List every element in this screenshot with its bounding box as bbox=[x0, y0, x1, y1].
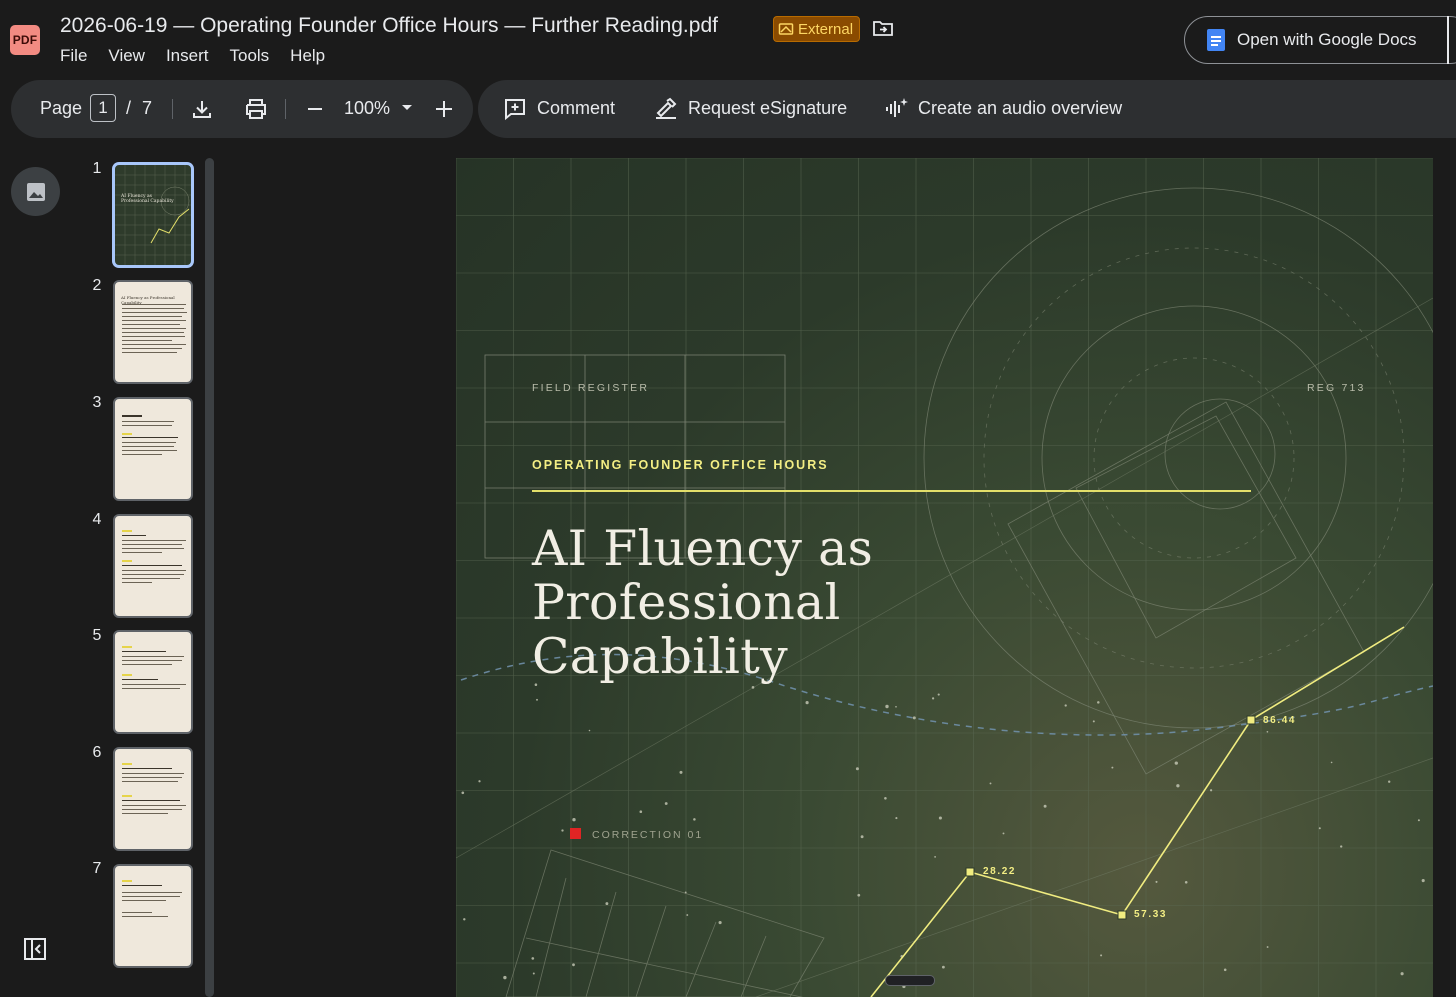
correction-marker bbox=[570, 828, 581, 839]
thumbnail-page-4[interactable] bbox=[113, 514, 193, 618]
point-marker-57-33 bbox=[1117, 910, 1127, 920]
google-docs-icon bbox=[1207, 29, 1225, 51]
page-label: Page bbox=[40, 98, 83, 118]
thumbnail-page-1[interactable]: AI Fluency as Professional Capability bbox=[113, 163, 193, 267]
point-label: 28.22 bbox=[983, 866, 1017, 877]
signature-icon[interactable] bbox=[654, 97, 678, 121]
pdf-file-icon: PDF bbox=[10, 25, 40, 55]
register-number: REG 713 bbox=[1307, 382, 1366, 394]
image-view-button[interactable] bbox=[11, 167, 60, 216]
open-with-google-docs-button[interactable]: Open with Google Docs bbox=[1184, 16, 1456, 64]
comment-button[interactable]: Comment bbox=[537, 98, 615, 119]
thumbnail-number: 5 bbox=[92, 627, 102, 644]
event-label: OPERATING FOUNDER OFFICE HOURS bbox=[532, 458, 829, 472]
add-comment-icon[interactable] bbox=[503, 97, 527, 121]
thumbnail-number: 6 bbox=[92, 744, 102, 761]
point-marker-28-22 bbox=[965, 867, 975, 877]
point-label: 86.44 bbox=[1263, 715, 1297, 726]
request-esignature-button[interactable]: Request eSignature bbox=[688, 98, 847, 119]
toolbar-divider bbox=[285, 99, 286, 119]
zoom-level[interactable]: 100% bbox=[344, 98, 390, 119]
external-badge[interactable]: External bbox=[773, 16, 861, 42]
thumbnail-number: 2 bbox=[92, 277, 102, 294]
toolbar-divider bbox=[172, 99, 173, 119]
thumbnail-page-5[interactable] bbox=[113, 630, 193, 734]
menu-view[interactable]: View bbox=[108, 46, 145, 66]
cover-title-line-1: AI Fluency as Professional bbox=[532, 520, 874, 631]
window-edge bbox=[1447, 16, 1449, 64]
thumbnail-cover-title: AI Fluency as Professional Capability bbox=[121, 194, 174, 204]
point-marker-86-44 bbox=[1246, 715, 1256, 725]
document-title[interactable]: 2026-06-19 — Operating Founder Office Ho… bbox=[60, 14, 718, 38]
menu-insert[interactable]: Insert bbox=[166, 46, 209, 66]
zoom-dropdown-icon[interactable] bbox=[400, 103, 414, 113]
point-label: 57.33 bbox=[1134, 909, 1168, 920]
thumbnail-page-2[interactable]: AI Fluency as Professional Capability bbox=[113, 280, 193, 384]
thumbnail-page-7[interactable] bbox=[113, 864, 193, 968]
thumbnail-page-6[interactable] bbox=[113, 747, 193, 851]
field-register-label: FIELD REGISTER bbox=[532, 382, 650, 394]
image-icon bbox=[26, 182, 45, 201]
thumbnail-page-3[interactable] bbox=[113, 397, 193, 501]
download-icon[interactable] bbox=[191, 98, 213, 120]
thumbnail-number: 3 bbox=[92, 394, 102, 411]
correction-label: CORRECTION 01 bbox=[592, 829, 704, 841]
menu-tools[interactable]: Tools bbox=[229, 46, 269, 66]
thumbnail-number: 1 bbox=[92, 160, 102, 177]
thumbnail-scrollbar[interactable] bbox=[205, 158, 214, 997]
external-share-icon bbox=[778, 23, 794, 35]
cover-title: AI Fluency as Professional Capability bbox=[532, 522, 1172, 684]
zoom-out-icon[interactable] bbox=[305, 99, 325, 119]
create-audio-overview-button[interactable]: Create an audio overview bbox=[918, 98, 1122, 119]
thumbnail-number: 7 bbox=[92, 860, 102, 877]
page-number-input[interactable]: 1 bbox=[90, 94, 116, 122]
page-separator: / bbox=[126, 98, 132, 118]
open-with-label: Open with Google Docs bbox=[1237, 30, 1417, 49]
move-to-folder-icon[interactable] bbox=[872, 18, 894, 38]
audio-overview-icon[interactable] bbox=[884, 96, 910, 122]
cover-thumbnail-art bbox=[115, 165, 191, 265]
title-rule bbox=[532, 490, 1251, 492]
cover-title-line-2: Capability bbox=[532, 628, 789, 685]
collapse-sidebar-icon[interactable] bbox=[23, 937, 47, 961]
external-label: External bbox=[798, 20, 854, 38]
menu-bar: File View Insert Tools Help bbox=[60, 46, 325, 66]
menu-help[interactable]: Help bbox=[290, 46, 325, 66]
menu-file[interactable]: File bbox=[60, 46, 87, 66]
total-pages: 7 bbox=[142, 98, 153, 118]
zoom-in-icon[interactable] bbox=[433, 98, 455, 120]
thumbnail-number: 4 bbox=[92, 511, 102, 528]
page-scroll-indicator[interactable] bbox=[885, 975, 935, 986]
print-icon[interactable] bbox=[244, 98, 268, 120]
